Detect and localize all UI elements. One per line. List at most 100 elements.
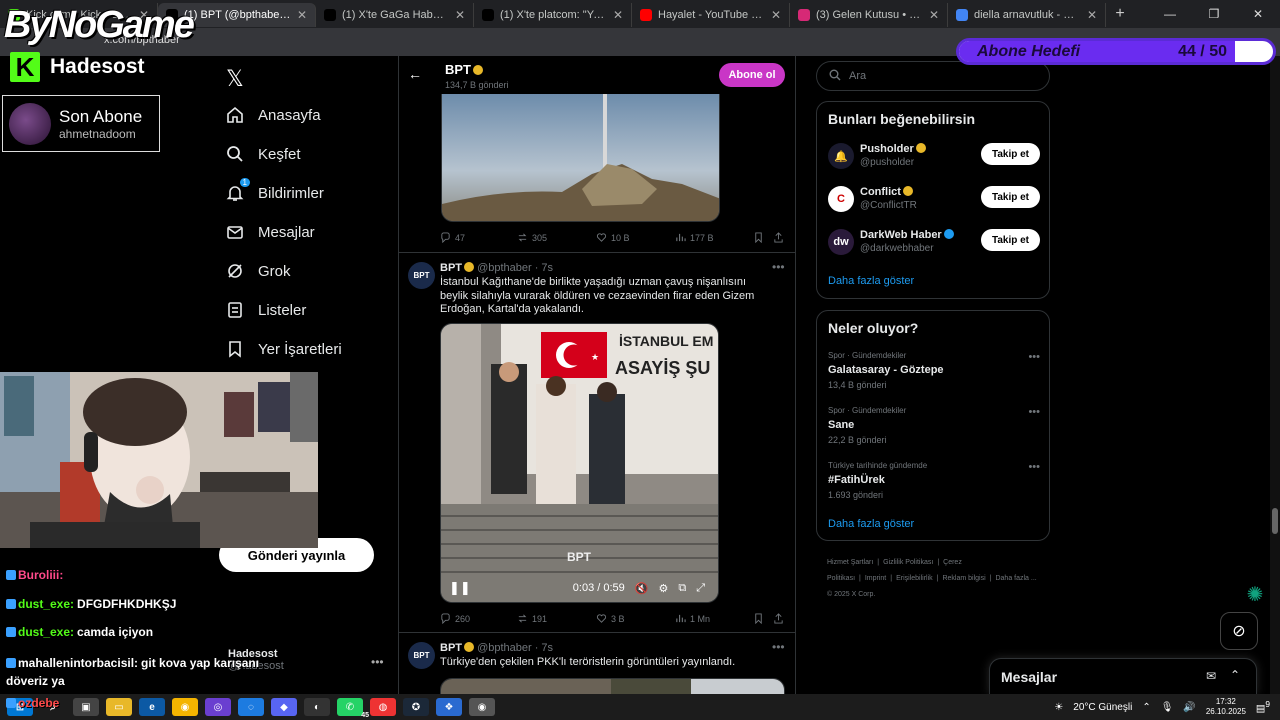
post-more-icon[interactable]: •••: [772, 640, 785, 654]
grok-floating-icon[interactable]: ⊘: [1220, 612, 1258, 650]
share-icon[interactable]: [773, 232, 784, 243]
post-avatar[interactable]: BPT: [408, 642, 435, 669]
new-message-icon[interactable]: ✉: [1206, 669, 1216, 683]
suggestion-avatar[interactable]: 🔔: [828, 143, 854, 169]
tab-close-icon[interactable]: ✕: [771, 8, 781, 22]
app-icon[interactable]: ◌: [238, 698, 264, 716]
views-button[interactable]: 177 B: [675, 232, 714, 243]
back-arrow-icon[interactable]: ←: [408, 66, 422, 82]
reply-button[interactable]: 47: [440, 232, 465, 243]
post-author[interactable]: BPT: [440, 262, 462, 274]
suggestion-avatar[interactable]: C: [828, 186, 854, 212]
pip-icon[interactable]: ⧉: [678, 582, 686, 595]
browser-tab[interactable]: (3) Gelen Kutusu • Sohbetler ✕: [790, 3, 948, 27]
messages-drawer[interactable]: Mesajlar ✉ ⌃: [989, 658, 1257, 694]
footer-link[interactable]: Erişilebilirlik: [896, 575, 933, 582]
settings-icon[interactable]: ⚙: [659, 582, 669, 595]
volume-icon[interactable]: 🔊: [1183, 702, 1195, 713]
post-author[interactable]: BPT: [440, 642, 462, 654]
obs-icon[interactable]: ◎: [205, 698, 231, 716]
trend-more-icon[interactable]: •••: [1028, 461, 1040, 473]
chatgpt-extension-icon[interactable]: ✺: [1242, 581, 1268, 607]
nav-item-home[interactable]: Anasayfa: [226, 106, 321, 124]
browser-tab[interactable]: Hayalet - YouTube Music ✕: [632, 3, 790, 27]
chrome-active-icon[interactable]: ◉: [469, 698, 495, 716]
show-more-link[interactable]: Daha fazla göster: [828, 518, 914, 530]
nav-item-bell[interactable]: 1 Bildirimler: [226, 178, 324, 202]
mute-icon[interactable]: 🔇: [635, 582, 649, 595]
file-explorer-icon[interactable]: ▭: [106, 698, 132, 716]
tab-close-icon[interactable]: ✕: [929, 8, 939, 22]
share-icon[interactable]: [773, 613, 784, 624]
browser-tab[interactable]: diella arnavutluk - Google'da A ✕: [948, 3, 1106, 27]
repost-button[interactable]: 305: [517, 232, 547, 243]
like-button[interactable]: 3 B: [596, 613, 625, 624]
footer-link[interactable]: Daha fazla ...: [995, 575, 1036, 582]
restore-icon[interactable]: ❐: [1192, 0, 1236, 28]
footer-link[interactable]: Gizlilik Politikası: [883, 559, 933, 566]
nav-item-mail[interactable]: Mesajlar: [226, 223, 315, 241]
suggestion-name[interactable]: Pusholder: [860, 143, 926, 155]
trend-item[interactable]: Spor · Gündemdekiler Sane 22,2 B gönderi ••…: [828, 406, 1040, 445]
subscribe-button[interactable]: Abone ol: [719, 63, 785, 87]
post-more-icon[interactable]: •••: [772, 260, 785, 274]
trend-item[interactable]: Türkiye tarihinde gündemde #FatihÜrek 1.69…: [828, 461, 1040, 500]
edge-icon[interactable]: e: [139, 698, 165, 716]
minimize-icon[interactable]: —: [1148, 0, 1192, 28]
expand-icon[interactable]: ⌃: [1230, 668, 1240, 682]
follow-button[interactable]: Takip et: [981, 143, 1040, 165]
footer-link[interactable]: Hizmet Şartları: [827, 559, 873, 566]
search-input[interactable]: Ara: [816, 61, 1050, 91]
tab-close-icon[interactable]: ✕: [455, 8, 465, 22]
post-avatar[interactable]: BPT: [408, 262, 435, 289]
app-icon[interactable]: ❖: [436, 698, 462, 716]
trend-item[interactable]: Spor · Gündemdekiler Galatasaray - Göztep…: [828, 351, 1040, 390]
whatsapp-icon[interactable]: ✆ 45: [337, 698, 369, 719]
nav-item-search[interactable]: Keşfet: [226, 145, 301, 163]
chrome-icon[interactable]: ◉: [172, 698, 198, 716]
tray-chevron-icon[interactable]: ⌃: [1142, 702, 1150, 713]
notification-icon[interactable]: ▤9: [1256, 699, 1270, 714]
views-button[interactable]: 1 Mn: [675, 613, 710, 624]
follow-suggestion[interactable]: C Conflict @ConflictTR Takip et: [828, 186, 1040, 216]
suggestion-avatar[interactable]: dw: [828, 229, 854, 255]
task-view-icon[interactable]: ▣: [73, 698, 99, 716]
post-handle-time[interactable]: @bpthaber · 7s: [477, 262, 553, 274]
post-image[interactable]: [441, 94, 720, 222]
steam-icon[interactable]: ✪: [403, 698, 429, 716]
follow-suggestion[interactable]: 🔔 Pusholder @pusholder Takip et: [828, 143, 1040, 173]
page-scrollbar[interactable]: [1270, 56, 1280, 694]
x-logo-icon[interactable]: 𝕏: [226, 66, 244, 92]
browser-tab[interactable]: (1) X'te platcom: "YakupTV, can ✕: [474, 3, 632, 27]
nav-item-grok[interactable]: Grok: [226, 262, 291, 280]
nav-item-list[interactable]: Listeler: [226, 301, 306, 319]
trend-more-icon[interactable]: •••: [1028, 351, 1040, 363]
weather-icon[interactable]: ☀: [1054, 702, 1063, 713]
tab-close-icon[interactable]: ✕: [297, 8, 307, 22]
clock[interactable]: 17:32 26.10.2025: [1206, 697, 1246, 717]
show-more-link[interactable]: Daha fazla göster: [828, 275, 914, 287]
like-button[interactable]: 10 B: [596, 232, 630, 243]
suggestion-name[interactable]: Conflict: [860, 186, 913, 198]
footer-link[interactable]: Reklam bilgisi: [942, 575, 985, 582]
fullscreen-icon[interactable]: ⤢: [696, 582, 705, 595]
tab-close-icon[interactable]: ✕: [1087, 8, 1097, 22]
footer-link[interactable]: Imprint: [865, 575, 886, 582]
suggestion-name[interactable]: DarkWeb Haber: [860, 229, 954, 241]
trend-more-icon[interactable]: •••: [1028, 406, 1040, 418]
app-icon[interactable]: ◐: [304, 698, 330, 716]
new-tab-icon[interactable]: +: [1106, 5, 1134, 23]
account-more-icon[interactable]: •••: [371, 655, 384, 669]
follow-suggestion[interactable]: dw DarkWeb Haber @darkwebhaber Takip et: [828, 229, 1040, 259]
tab-close-icon[interactable]: ✕: [613, 8, 623, 22]
nav-item-bookmark[interactable]: Yer İşaretleri: [226, 340, 342, 358]
close-window-icon[interactable]: ✕: [1236, 0, 1280, 28]
pause-icon[interactable]: ❚❚: [449, 580, 471, 596]
post-handle-time[interactable]: @bpthaber · 7s: [477, 642, 553, 654]
app-icon[interactable]: ◍: [370, 698, 396, 716]
app-icon[interactable]: ◆: [271, 698, 297, 716]
reply-button[interactable]: 260: [440, 613, 470, 624]
bookmark-icon[interactable]: [753, 613, 764, 624]
follow-button[interactable]: Takip et: [981, 229, 1040, 251]
follow-button[interactable]: Takip et: [981, 186, 1040, 208]
